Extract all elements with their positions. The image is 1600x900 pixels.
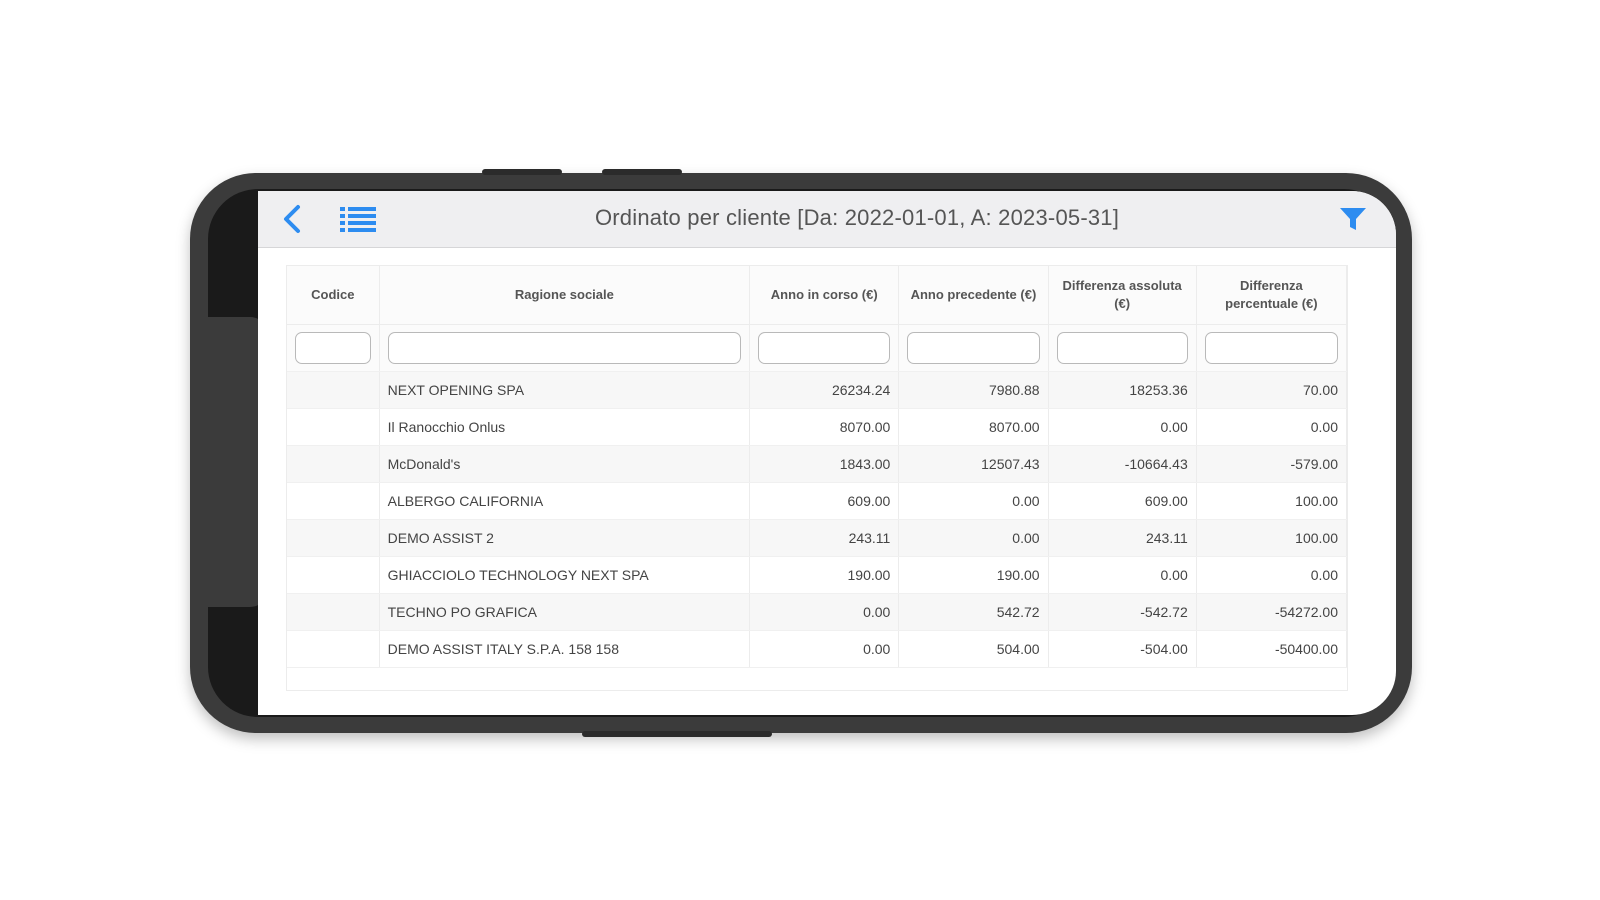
- cell-differenza-percentuale: -50400.00: [1196, 630, 1348, 668]
- table-row[interactable]: DEMO ASSIST ITALY S.P.A. 158 158 0.00 50…: [287, 630, 1348, 668]
- back-button[interactable]: [278, 201, 308, 237]
- filter-input-differenza-assoluta[interactable]: [1056, 332, 1188, 364]
- filter-input-codice[interactable]: [295, 332, 371, 364]
- phone-frame: Ordinato per cliente [Da: 2022-01-01, A:…: [190, 169, 1412, 737]
- cell-anno-precedente: 7980.88: [898, 371, 1049, 409]
- cell-anno-precedente: 504.00: [898, 630, 1049, 668]
- table-row[interactable]: ALBERGO CALIFORNIA 609.00 0.00 609.00 10…: [287, 482, 1348, 520]
- cell-anno-precedente: 8070.00: [898, 408, 1049, 446]
- cell-differenza-assoluta: -10664.43: [1048, 445, 1197, 483]
- cell-differenza-percentuale: 100.00: [1196, 482, 1348, 520]
- cell-ragione-sociale: DEMO ASSIST 2: [379, 519, 751, 557]
- cell-ragione-sociale: GHIACCIOLO TECHNOLOGY NEXT SPA: [379, 556, 751, 594]
- cell-anno-in-corso: 243.11: [749, 519, 900, 557]
- navigation-bar: Ordinato per cliente [Da: 2022-01-01, A:…: [258, 191, 1396, 248]
- cell-anno-in-corso: 1843.00: [749, 445, 900, 483]
- cell-codice: [287, 445, 380, 483]
- volume-button: [602, 169, 682, 175]
- filter-input-anno-in-corso[interactable]: [758, 332, 891, 364]
- cell-differenza-assoluta: -504.00: [1048, 630, 1197, 668]
- list-icon: [340, 207, 376, 232]
- filter-input-differenza-percentuale[interactable]: [1204, 332, 1338, 364]
- column-header-ragione-sociale[interactable]: Ragione sociale: [379, 266, 751, 325]
- volume-button: [482, 169, 562, 175]
- report-table: Codice Ragione sociale Anno in corso (€)…: [287, 266, 1348, 668]
- cell-anno-precedente: 0.00: [898, 519, 1049, 557]
- cell-codice: [287, 482, 380, 520]
- cell-anno-in-corso: 8070.00: [749, 408, 900, 446]
- list-button[interactable]: [338, 205, 378, 233]
- cell-codice: [287, 519, 380, 557]
- cell-codice: [287, 556, 380, 594]
- cell-ragione-sociale: NEXT OPENING SPA: [379, 371, 751, 409]
- cell-anno-in-corso: 609.00: [749, 482, 900, 520]
- cell-ragione-sociale: McDonald's: [379, 445, 751, 483]
- cell-differenza-percentuale: -579.00: [1196, 445, 1348, 483]
- filter-row: [287, 324, 1348, 372]
- cell-codice: [287, 408, 380, 446]
- cell-differenza-assoluta: 0.00: [1048, 556, 1197, 594]
- cell-differenza-percentuale: 0.00: [1196, 556, 1348, 594]
- cell-differenza-percentuale: -54272.00: [1196, 593, 1348, 631]
- table-row[interactable]: NEXT OPENING SPA 26234.24 7980.88 18253.…: [287, 371, 1348, 409]
- page-title: Ordinato per cliente [Da: 2022-01-01, A:…: [594, 205, 1120, 230]
- cell-differenza-percentuale: 0.00: [1196, 408, 1348, 446]
- cell-differenza-assoluta: 0.00: [1048, 408, 1197, 446]
- cell-ragione-sociale: TECHNO PO GRAFICA: [379, 593, 751, 631]
- power-button: [582, 731, 772, 737]
- cell-anno-precedente: 542.72: [898, 593, 1049, 631]
- cell-anno-in-corso: 26234.24: [749, 371, 900, 409]
- cell-anno-in-corso: 190.00: [749, 556, 900, 594]
- column-header-differenza-percentuale[interactable]: Differenza percentuale (€): [1196, 266, 1348, 325]
- table-row[interactable]: DEMO ASSIST 2 243.11 0.00 243.11 100.00: [287, 519, 1348, 557]
- filter-button[interactable]: [1338, 205, 1368, 233]
- cell-anno-precedente: 12507.43: [898, 445, 1049, 483]
- cell-ragione-sociale: DEMO ASSIST ITALY S.P.A. 158 158: [379, 630, 751, 668]
- cell-differenza-assoluta: -542.72: [1048, 593, 1197, 631]
- chevron-left-icon: [284, 205, 300, 233]
- filter-icon: [1340, 208, 1366, 230]
- filter-input-ragione-sociale[interactable]: [387, 332, 742, 364]
- table-row[interactable]: TECHNO PO GRAFICA 0.00 542.72 -542.72 -5…: [287, 593, 1348, 631]
- table-row[interactable]: Il Ranocchio Onlus 8070.00 8070.00 0.00 …: [287, 408, 1348, 446]
- column-header-anno-in-corso[interactable]: Anno in corso (€): [749, 266, 900, 325]
- cell-differenza-assoluta: 18253.36: [1048, 371, 1197, 409]
- cell-differenza-percentuale: 100.00: [1196, 519, 1348, 557]
- cell-anno-in-corso: 0.00: [749, 593, 900, 631]
- table-header-row: Codice Ragione sociale Anno in corso (€)…: [287, 266, 1348, 325]
- cell-anno-in-corso: 0.00: [749, 630, 900, 668]
- cell-codice: [287, 593, 380, 631]
- cell-differenza-assoluta: 609.00: [1048, 482, 1197, 520]
- column-header-differenza-assoluta[interactable]: Differenza assoluta (€): [1048, 266, 1197, 325]
- cell-ragione-sociale: ALBERGO CALIFORNIA: [379, 482, 751, 520]
- filter-input-anno-precedente[interactable]: [907, 332, 1040, 364]
- table-row[interactable]: McDonald's 1843.00 12507.43 -10664.43 -5…: [287, 445, 1348, 483]
- column-header-anno-precedente[interactable]: Anno precedente (€): [898, 266, 1049, 325]
- cell-anno-precedente: 0.00: [898, 482, 1049, 520]
- column-header-codice[interactable]: Codice: [287, 266, 380, 325]
- cell-anno-precedente: 190.00: [898, 556, 1049, 594]
- cell-codice: [287, 371, 380, 409]
- cell-ragione-sociale: Il Ranocchio Onlus: [379, 408, 751, 446]
- table-row[interactable]: GHIACCIOLO TECHNOLOGY NEXT SPA 190.00 19…: [287, 556, 1348, 594]
- cell-differenza-assoluta: 243.11: [1048, 519, 1197, 557]
- app-screen: Ordinato per cliente [Da: 2022-01-01, A:…: [258, 191, 1396, 715]
- report-table-container: Codice Ragione sociale Anno in corso (€)…: [286, 265, 1348, 691]
- cell-codice: [287, 630, 380, 668]
- cell-differenza-percentuale: 70.00: [1196, 371, 1348, 409]
